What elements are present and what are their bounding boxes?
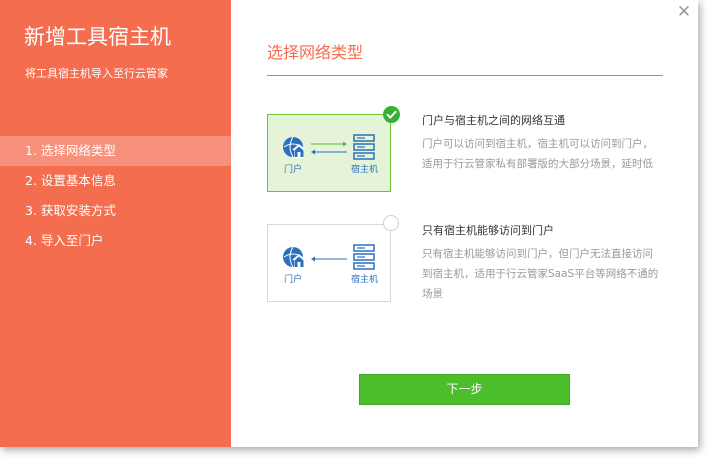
wizard-sidebar: 新增工具宿主机 将工具宿主机导入至行云管家 1. 选择网络类型 2. 设置基本信…: [0, 0, 231, 447]
close-icon[interactable]: ✕: [676, 4, 692, 21]
step-install-method[interactable]: 3. 获取安装方式: [0, 196, 231, 226]
step-network-type[interactable]: 1. 选择网络类型: [0, 136, 231, 166]
dialog-subtitle: 将工具宿主机导入至行云管家: [25, 67, 168, 80]
host-label: 宿主机: [351, 275, 379, 285]
step-basic-info[interactable]: 2. 设置基本信息: [0, 166, 231, 196]
check-circle-icon[interactable]: [383, 106, 400, 123]
wizard-steps: 1. 选择网络类型 2. 设置基本信息 3. 获取安装方式 4. 导入至门户: [0, 136, 231, 256]
network-option-host-only-card[interactable]: 门户 宿主机: [267, 224, 391, 302]
option-host-only-description: 只有宿主机能够访问到门户，但门户无法直接访问到宿主机，适用于行云管家SaaS平台…: [422, 248, 659, 300]
bidirectional-arrows-icon: [311, 141, 347, 155]
add-host-dialog: 新增工具宿主机 将工具宿主机导入至行云管家 1. 选择网络类型 2. 设置基本信…: [0, 0, 698, 447]
left-arrow-icon: [311, 256, 347, 262]
option-mutual-title: 门户与宿主机之间的网络互通: [422, 114, 565, 127]
option-mutual-description: 门户可以访问到宿主机，宿主机可以访问到门户，适用于行云管家私有部署版的大部分场景…: [422, 138, 653, 170]
section-divider: [267, 75, 663, 76]
option-host-only-title: 只有宿主机能够访问到门户: [422, 224, 554, 237]
portal-label: 门户: [284, 275, 303, 285]
dialog-title: 新增工具宿主机: [24, 25, 171, 49]
server-icon: [353, 134, 375, 160]
host-label: 宿主机: [351, 165, 379, 175]
step-import-portal[interactable]: 4. 导入至门户: [0, 226, 231, 256]
house-globe-icon: [283, 246, 306, 268]
portal-label: 门户: [284, 165, 303, 175]
house-globe-icon: [283, 136, 306, 158]
server-icon: [353, 244, 375, 270]
unselected-radio[interactable]: [383, 215, 399, 231]
next-button[interactable]: 下一步: [359, 374, 570, 405]
network-option-mutual-card[interactable]: 门户 宿主机: [267, 114, 391, 192]
section-title: 选择网络类型: [267, 43, 364, 62]
